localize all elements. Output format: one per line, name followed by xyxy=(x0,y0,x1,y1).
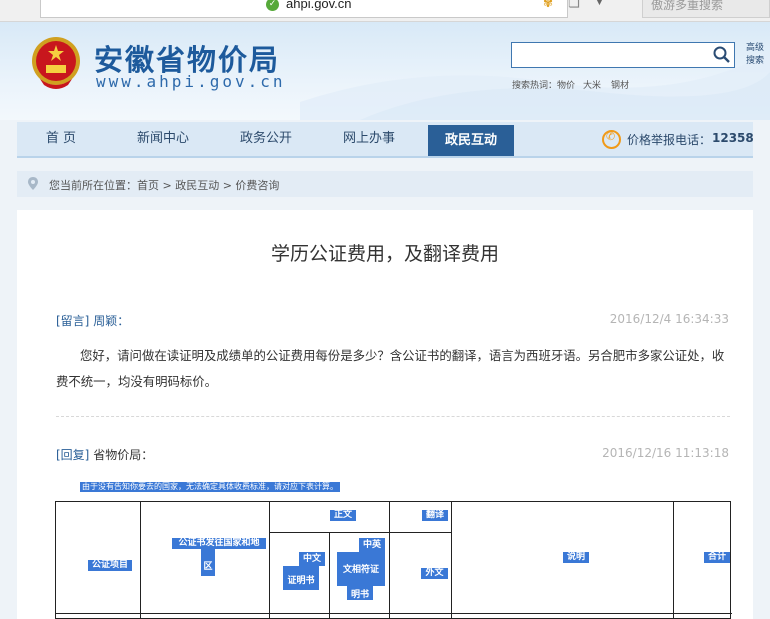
hotline-label: 价格举报电话： xyxy=(627,133,712,147)
table-row-divider xyxy=(56,613,732,614)
hot-term-link[interactable]: 钢材 xyxy=(611,78,629,91)
header-cell-note: 说明 xyxy=(563,552,589,563)
site-search-input[interactable] xyxy=(511,42,735,68)
header-cell-total: 合计 xyxy=(704,552,730,563)
table-row-divider xyxy=(269,532,451,533)
nav-item-news[interactable]: 新闻中心 xyxy=(117,122,209,156)
header-cell-bilingual-cert: 文相符证 xyxy=(337,552,385,586)
reply-intro: 由于没有告知你要去的国家，无法确定具体收费标准，请对应下表计算。 xyxy=(80,482,340,492)
reader-mode-icon[interactable]: ❏ xyxy=(568,0,580,11)
chevron-down-icon[interactable]: ▼ xyxy=(596,0,603,7)
hot-term-link[interactable]: 物价 xyxy=(557,78,575,91)
browser-search-placeholder: 傲游多重搜索 xyxy=(651,0,724,12)
national-emblem-logo xyxy=(32,37,80,89)
table-column-divider xyxy=(329,532,330,619)
header-cell-item: 公证项目 xyxy=(88,560,132,571)
header-cell-foreign: 外文 xyxy=(421,568,448,579)
divider xyxy=(56,416,730,417)
header-cell-bilingual-cert: 明书 xyxy=(347,586,373,600)
header-cell-translation: 正文 xyxy=(330,510,356,521)
hot-term-link[interactable]: 大米 xyxy=(583,78,601,91)
main-nav: 首 页 新闻中心 政务公开 网上办事 政民互动 价格举报电话： 12358 xyxy=(17,122,754,158)
header-cell-translation-fee: 翻译 xyxy=(422,510,448,521)
site-header: 安徽省物价局 www.ahpi.gov.cn 高级搜索 搜索热词： 物价 大米 … xyxy=(0,22,770,120)
nav-item-home[interactable]: 首 页 xyxy=(17,122,105,156)
table-column-divider xyxy=(269,502,270,619)
hotline-number: 12358 xyxy=(712,131,754,145)
nav-item-online-services[interactable]: 网上办事 xyxy=(323,122,415,156)
header-cell-chinese-cert: 中文 xyxy=(299,552,325,566)
breadcrumb: 您当前所在位置：首页 > 政民互动 > 价费咨询 xyxy=(17,171,753,197)
table-column-divider xyxy=(140,502,141,619)
phone-icon xyxy=(602,130,621,149)
question-tag: [留言] xyxy=(56,314,90,328)
question-body: 您好，请问做在读证明及成绩单的公证费用每份是多少？含公证书的翻译，语言为西班牙语… xyxy=(56,348,725,389)
site-url: www.ahpi.gov.cn xyxy=(96,72,286,91)
header-decoration xyxy=(300,52,770,120)
header-cell-country: 公证书发往国家和地 xyxy=(172,538,266,549)
secure-shield-icon: ✓ xyxy=(266,0,279,11)
table-column-divider xyxy=(673,502,674,619)
article-panel: 学历公证费用，及翻译费用 [留言] 周颖： 2016/12/4 16:34:33… xyxy=(17,210,753,619)
reply-time: 2016/12/16 11:13:18 xyxy=(602,446,729,460)
advanced-search-link[interactable]: 高级搜索 xyxy=(746,42,766,68)
question-time: 2016/12/4 16:34:33 xyxy=(609,312,729,326)
nav-item-government-affairs[interactable]: 政务公开 xyxy=(220,122,312,156)
breadcrumb-text: 您当前所在位置：首页 > 政民互动 > 价费咨询 xyxy=(49,179,280,192)
browser-search-box[interactable]: 傲游多重搜索 xyxy=(642,0,770,18)
reply-header: [回复] 省物价局： xyxy=(56,446,153,463)
address-bar[interactable]: ✓ ahpi.gov.cn ✾ ❏ ▼ xyxy=(40,0,603,18)
hot-terms-label: 搜索热词： xyxy=(512,81,558,91)
favorite-icon[interactable]: ✾ xyxy=(543,0,553,10)
article-title: 学历公证费用，及翻译费用 xyxy=(270,243,499,265)
table-column-divider xyxy=(389,502,390,619)
location-pin-icon xyxy=(28,177,38,190)
question-header: [留言] 周颖： xyxy=(56,312,129,329)
question-author: 周颖： xyxy=(93,314,130,328)
nav-item-interaction[interactable]: 政民互动 xyxy=(428,125,514,156)
address-url: ahpi.gov.cn xyxy=(286,0,352,11)
table-column-divider xyxy=(451,502,452,619)
header-cell-chinese-cert: 证明书 xyxy=(283,566,319,590)
header-cell-bilingual-cert: 中英 xyxy=(359,538,385,552)
header-cell-country: 区 xyxy=(201,548,215,576)
fee-table: 公证项目 公证书发往国家和地 区 正文 翻译 中文 证明书 中英 文相符证 明书… xyxy=(55,501,732,619)
reply-author: 省物价局： xyxy=(93,448,154,462)
browser-toolbar: ✓ ahpi.gov.cn ✾ ❏ ▼ 傲游多重搜索 xyxy=(0,0,770,22)
reply-tag: [回复] xyxy=(56,448,90,462)
search-icon[interactable] xyxy=(712,45,732,65)
